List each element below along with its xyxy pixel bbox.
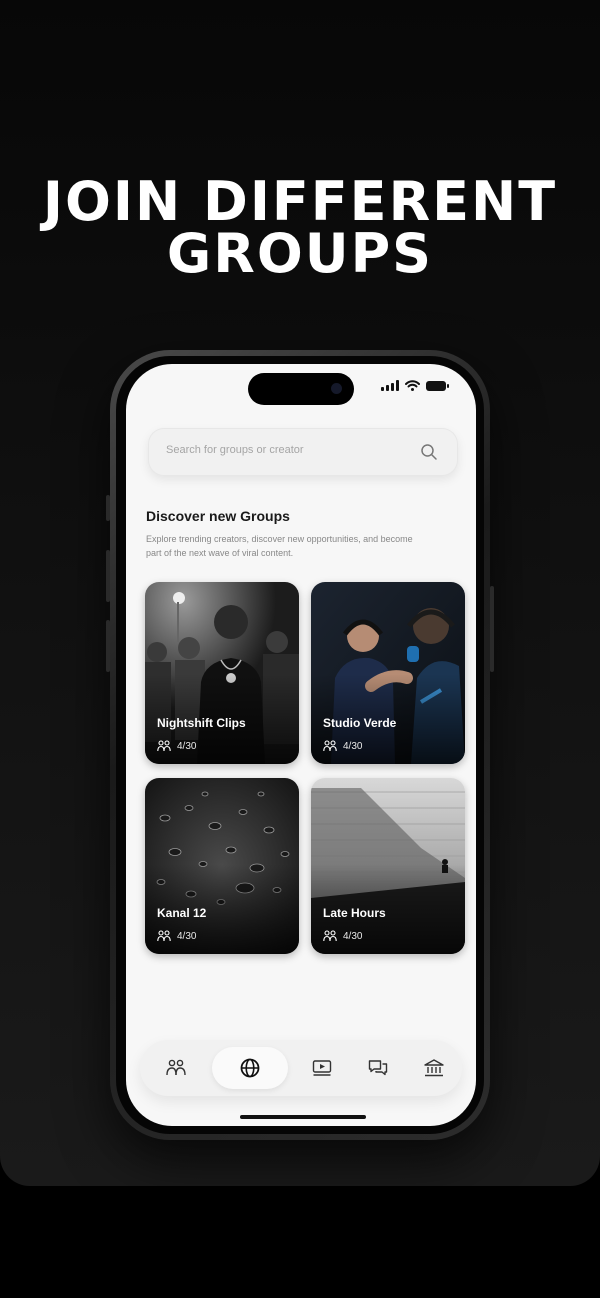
nav-groups[interactable] [164,1056,188,1080]
member-count: 4/30 [343,740,363,752]
bank-icon[interactable] [424,1059,444,1077]
group-card[interactable]: Kanal 12 4/30 [145,778,299,954]
member-count: 4/30 [177,930,197,942]
members-icon [157,930,171,942]
group-card[interactable]: Studio Verde 4/30 [311,582,465,764]
members-icon [323,930,337,942]
battery-icon [426,380,449,391]
search-icon[interactable] [420,443,438,461]
chat-icon[interactable] [368,1059,388,1077]
signal-icon [381,380,399,391]
headline-line-2: GROUPS [166,222,434,285]
member-count: 4/30 [343,930,363,942]
promo-background: JOIN DIFFERENT GROUPS Search for groups … [0,0,600,1186]
group-name: Nightshift Clips [157,716,246,730]
phone-frame: Search for groups or creator Discover ne… [106,350,494,1140]
wifi-icon [405,380,420,391]
group-name: Studio Verde [323,716,397,730]
home-indicator [240,1115,366,1119]
members-icon [157,740,171,752]
group-members: 4/30 [323,740,362,752]
members-icon [323,740,337,752]
app-screen: Search for groups or creator Discover ne… [126,364,476,1126]
group-card[interactable]: Late Hours 4/30 [311,778,465,954]
group-members: 4/30 [157,930,196,942]
group-members: 4/30 [157,740,196,752]
nav-chat[interactable] [366,1056,390,1080]
section-title: Discover new Groups [146,508,290,524]
globe-icon[interactable] [240,1058,260,1078]
groups-icon[interactable] [166,1059,186,1077]
group-card[interactable]: Nightshift Clips 4/30 [145,582,299,764]
member-count: 4/30 [177,740,197,752]
nav-discover[interactable] [238,1056,262,1080]
nav-videos[interactable] [310,1056,334,1080]
section-description: Explore trending creators, discover new … [146,534,413,558]
group-name: Late Hours [323,906,386,920]
search-input[interactable]: Search for groups or creator [166,444,304,456]
dynamic-island [248,373,354,405]
group-members: 4/30 [323,930,362,942]
headline-line-1: JOIN DIFFERENT [42,170,558,233]
status-bar [381,380,449,391]
video-icon[interactable] [312,1059,332,1077]
headline: JOIN DIFFERENT GROUPS [0,170,600,285]
nav-bank[interactable] [422,1056,446,1080]
group-name: Kanal 12 [157,906,207,920]
search-bar[interactable]: Search for groups or creator [148,428,458,476]
bottom-nav [140,1040,462,1096]
